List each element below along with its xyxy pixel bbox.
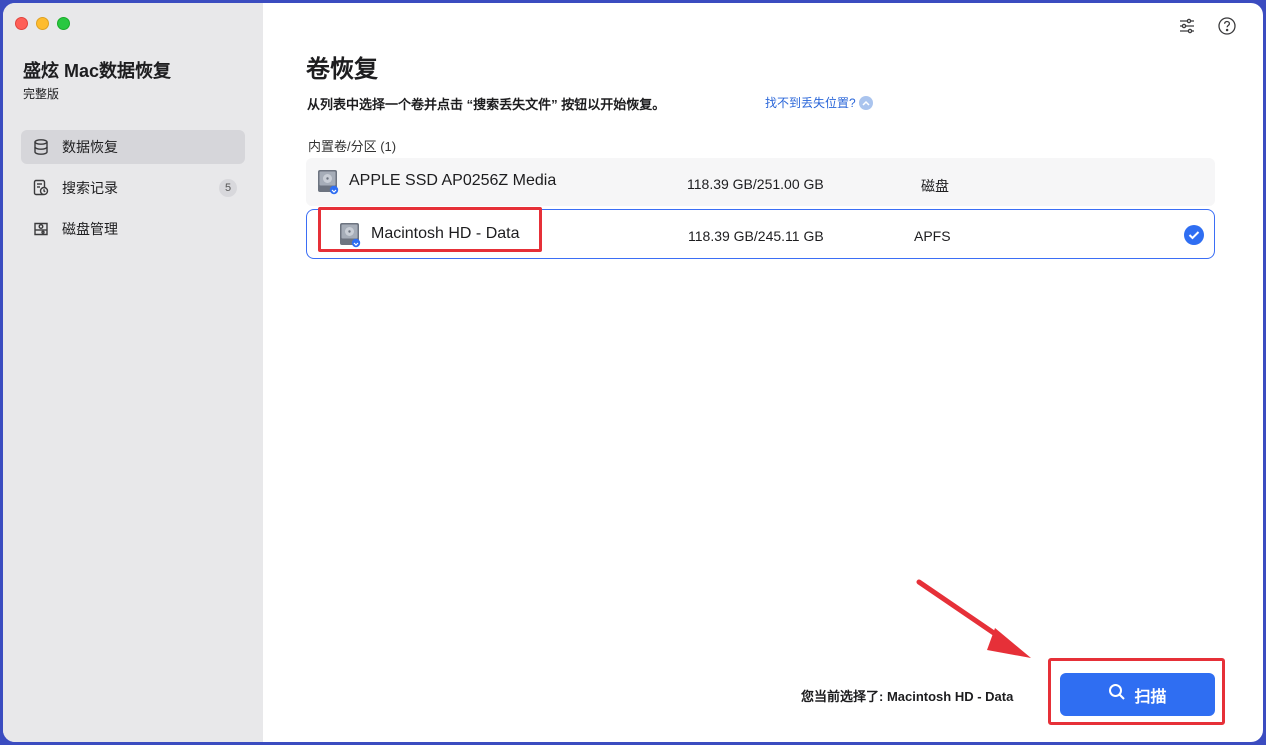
sidebar-item-label: 搜索记录 — [62, 180, 118, 196]
window-controls — [15, 17, 70, 30]
app-window: 盛炫 Mac数据恢复 完整版 数据恢复 搜索记录 5 磁盘管理 卷恢复 从列表中… — [3, 3, 1263, 742]
volume-type: 磁盘 — [921, 178, 949, 194]
scan-button[interactable]: 扫描 — [1060, 673, 1215, 716]
close-window-button[interactable] — [15, 17, 28, 30]
sidebar-item-search-history[interactable]: 搜索记录 5 — [21, 171, 245, 205]
volume-row-macintosh-hd-data[interactable]: Macintosh HD - Data 118.39 GB/245.11 GB … — [306, 209, 1215, 259]
top-toolbar — [1177, 16, 1237, 36]
selected-check-icon — [1184, 225, 1204, 245]
volume-size: 118.39 GB/251.00 GB — [687, 176, 824, 192]
sidebar-item-label: 磁盘管理 — [62, 221, 118, 237]
volume-name: APPLE SSD AP0256Z Media — [349, 172, 557, 189]
history-count-badge: 5 — [219, 179, 237, 197]
missing-location-label: 找不到丢失位置? — [765, 96, 856, 110]
disk-icon — [31, 219, 51, 239]
sidebar-item-data-recovery[interactable]: 数据恢复 — [21, 130, 245, 164]
minimize-window-button[interactable] — [36, 17, 49, 30]
main-panel: 卷恢复 从列表中选择一个卷并点击 “搜索丢失文件” 按钮以开始恢复。 找不到丢失… — [263, 3, 1263, 742]
scan-button-label: 扫描 — [1134, 688, 1167, 706]
sidebar-item-label: 数据恢复 — [62, 139, 118, 155]
sidebar: 盛炫 Mac数据恢复 完整版 数据恢复 搜索记录 5 磁盘管理 — [3, 3, 263, 742]
volume-size: 118.39 GB/245.11 GB — [688, 228, 824, 244]
sidebar-nav: 数据恢复 搜索记录 5 磁盘管理 — [21, 130, 245, 253]
volume-type: APFS — [914, 228, 951, 244]
app-title: 盛炫 Mac数据恢复 — [23, 61, 172, 81]
search-icon — [1108, 683, 1126, 706]
sidebar-item-disk-management[interactable]: 磁盘管理 — [21, 212, 245, 246]
history-icon — [31, 178, 51, 198]
hard-drive-icon — [316, 169, 340, 195]
missing-location-link[interactable]: 找不到丢失位置? — [765, 94, 873, 111]
app-edition: 完整版 — [23, 87, 60, 101]
chevron-up-icon — [858, 95, 873, 110]
selection-status: 您当前选择了: Macintosh HD - Data — [801, 689, 1014, 704]
instruction-text: 从列表中选择一个卷并点击 “搜索丢失文件” 按钮以开始恢复。 — [307, 97, 666, 112]
volume-name: Macintosh HD - Data — [371, 225, 520, 242]
settings-sliders-icon[interactable] — [1177, 16, 1197, 36]
help-icon[interactable] — [1217, 16, 1237, 36]
page-title: 卷恢复 — [306, 56, 378, 83]
zoom-window-button[interactable] — [57, 17, 70, 30]
database-icon — [31, 137, 51, 157]
volume-row-apple-ssd[interactable]: APPLE SSD AP0256Z Media 118.39 GB/251.00… — [306, 158, 1215, 206]
volume-section-label: 内置卷/分区 (1) — [308, 139, 397, 154]
hard-drive-icon — [338, 222, 362, 248]
